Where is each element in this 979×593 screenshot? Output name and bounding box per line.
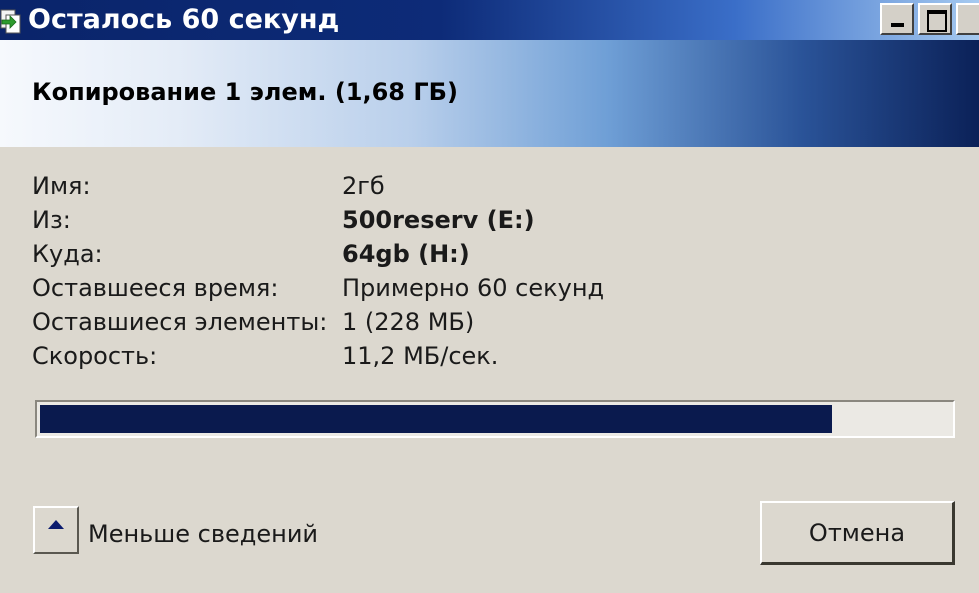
copy-files-icon <box>0 9 21 34</box>
progress-bar <box>35 400 955 438</box>
to-value[interactable]: 64gb (H:) <box>342 240 470 268</box>
minimize-button[interactable] <box>880 3 914 35</box>
time-left-value: Примерно 60 секунд <box>342 274 605 302</box>
arrow-up-icon <box>48 520 64 529</box>
time-left-label: Оставшееся время: <box>32 274 279 302</box>
speed-value: 11,2 МБ/сек. <box>342 342 499 370</box>
title-bar[interactable]: Осталось 60 секунд <box>0 0 979 40</box>
to-label: Куда: <box>32 240 103 268</box>
items-left-label: Оставшиеся элементы: <box>32 308 328 336</box>
cancel-button[interactable]: Отмена <box>760 501 955 565</box>
less-details-button[interactable] <box>33 506 79 554</box>
name-value: 2гб <box>342 172 385 200</box>
from-label: Из: <box>32 206 71 234</box>
less-details-label[interactable]: Меньше сведений <box>88 520 318 548</box>
speed-label: Скорость: <box>32 342 158 370</box>
items-left-value: 1 (228 МБ) <box>342 308 475 336</box>
operation-title: Копирование 1 элем. (1,68 ГБ) <box>32 78 458 106</box>
header-banner: Копирование 1 элем. (1,68 ГБ) <box>0 40 979 147</box>
maximize-button[interactable] <box>918 3 952 35</box>
from-value[interactable]: 500reserv (E:) <box>342 206 535 234</box>
progress-bar-fill <box>40 405 832 433</box>
name-label: Имя: <box>32 172 91 200</box>
close-button[interactable] <box>956 3 979 35</box>
window-title: Осталось 60 секунд <box>28 4 340 35</box>
copy-progress-dialog: Осталось 60 секунд Копирование 1 элем. (… <box>0 0 979 593</box>
